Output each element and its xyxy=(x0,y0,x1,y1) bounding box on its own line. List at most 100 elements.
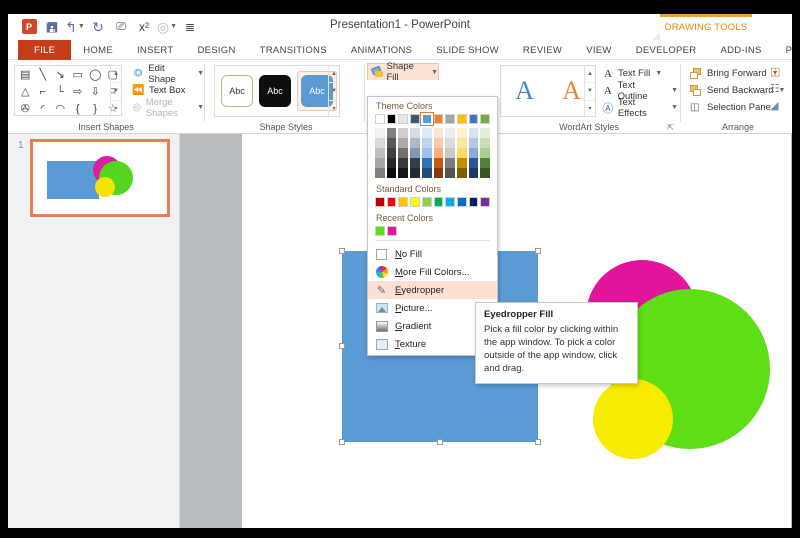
theme-variant-swatch[interactable] xyxy=(468,148,479,158)
tab-home[interactable]: HOME xyxy=(71,40,125,60)
theme-variant-swatch[interactable] xyxy=(410,168,420,178)
shape-styles-gallery[interactable]: Abc Abc Abc ▲ ▼ ▾ xyxy=(214,65,340,117)
shape-arrow-icon[interactable]: ↘ xyxy=(52,67,69,83)
theme-color-swatch[interactable] xyxy=(419,112,434,126)
shape-triangle-icon[interactable]: △ xyxy=(17,84,34,100)
shape-rectangle-icon[interactable]: ▭ xyxy=(70,67,87,83)
theme-variant-swatch[interactable] xyxy=(433,148,444,158)
scroll-down-icon[interactable]: ▼ xyxy=(111,83,121,101)
theme-variant-swatch[interactable] xyxy=(433,128,444,138)
theme-variant-swatch[interactable] xyxy=(421,128,432,138)
shape-fill-button[interactable]: Shape Fill ▼ xyxy=(367,61,439,83)
theme-variant-swatch[interactable] xyxy=(375,168,385,178)
tab-add-ins[interactable]: ADD-INS xyxy=(708,40,773,60)
tab-view[interactable]: VIEW xyxy=(574,40,623,60)
tab-slide-show[interactable]: SLIDE SHOW xyxy=(424,40,511,60)
standard-color-swatch[interactable] xyxy=(410,197,420,207)
resize-handle-sw[interactable] xyxy=(339,439,345,445)
theme-variant-swatch[interactable] xyxy=(398,148,409,158)
text-effects-button[interactable]: Ⓐ Text Effects ▼ xyxy=(602,97,678,119)
theme-variant-swatch[interactable] xyxy=(445,158,455,168)
theme-color-swatch[interactable] xyxy=(456,114,467,124)
menu-item-no-fill[interactable]: No Fill xyxy=(368,245,497,263)
theme-variant-swatch[interactable] xyxy=(386,158,397,168)
styles-more-icon[interactable]: ▾ xyxy=(329,101,339,117)
theme-variant-swatch[interactable] xyxy=(445,128,455,138)
theme-variant-swatch[interactable] xyxy=(456,148,467,158)
theme-variant-swatch[interactable] xyxy=(421,168,432,178)
theme-variant-swatch[interactable] xyxy=(445,148,455,158)
shape-down-arrow-icon[interactable]: ⇩ xyxy=(87,84,104,100)
theme-variant-swatch[interactable] xyxy=(375,158,385,168)
rotate-objects-icon[interactable]: ◢ xyxy=(770,99,780,116)
theme-color-swatch[interactable] xyxy=(410,114,420,124)
theme-variant-swatch[interactable] xyxy=(375,138,385,148)
tab-design[interactable]: DESIGN xyxy=(185,40,247,60)
tab-animations[interactable]: ANIMATIONS xyxy=(339,40,424,60)
slide-thumbnail-pane[interactable]: 1 xyxy=(8,134,180,528)
shape-style-thumb[interactable]: Abc xyxy=(221,75,253,107)
recent-color-swatch[interactable] xyxy=(387,226,397,236)
align-objects-icon[interactable]: ◫ xyxy=(770,65,780,82)
shapes-gallery-scroller[interactable]: ▲ ▼ ▾ xyxy=(110,66,121,117)
menu-item-more-fill-colors[interactable]: More Fill Colors... xyxy=(368,263,497,281)
shape-right-arrow-icon[interactable]: ⇨ xyxy=(70,84,87,100)
wordart-sample-blue[interactable]: A xyxy=(515,78,534,104)
theme-variant-swatch[interactable] xyxy=(410,158,420,168)
scroll-up-icon[interactable]: ▲ xyxy=(111,66,121,84)
menu-item-eyedropper[interactable]: ✎ Eyedropper xyxy=(368,281,497,299)
shapes-gallery[interactable]: ▤ ╲ ↘ ▭ ◯ ▢ △ ⌐ └ ⇨ ⇩ ⌑ ✇ ◜ ◠ {} ☆ ▲ ▼ … xyxy=(14,65,122,117)
theme-color-swatch[interactable] xyxy=(433,114,444,124)
standard-color-swatch[interactable] xyxy=(386,197,397,207)
theme-variant-swatch[interactable] xyxy=(456,168,467,178)
theme-variant-swatch[interactable] xyxy=(386,138,397,148)
theme-color-swatch[interactable] xyxy=(445,114,455,124)
theme-color-swatch[interactable] xyxy=(398,114,409,124)
shape-arc-icon[interactable]: ◜ xyxy=(35,101,52,117)
tab-insert[interactable]: INSERT xyxy=(125,40,185,60)
shape-right-brace-icon[interactable]: } xyxy=(87,101,104,117)
shape-oval-icon[interactable]: ◯ xyxy=(87,67,104,83)
shape-textbox-icon[interactable]: ▤ xyxy=(17,67,34,83)
theme-color-swatch[interactable] xyxy=(468,114,479,124)
resize-handle-s[interactable] xyxy=(437,439,443,445)
theme-variant-swatch[interactable] xyxy=(480,128,491,138)
theme-variant-swatch[interactable] xyxy=(480,138,491,148)
scroll-down-icon[interactable]: ▼ xyxy=(329,83,339,101)
theme-variant-swatch[interactable] xyxy=(398,128,409,138)
theme-variant-swatch[interactable] xyxy=(386,148,397,158)
theme-variant-swatch[interactable] xyxy=(433,138,444,148)
wordart-sample-orange[interactable]: A xyxy=(562,78,581,104)
standard-color-swatch[interactable] xyxy=(456,197,467,207)
standard-color-swatch[interactable] xyxy=(445,197,455,207)
theme-variant-swatch[interactable] xyxy=(421,148,432,158)
standard-color-swatch[interactable] xyxy=(468,197,479,207)
resize-handle-se[interactable] xyxy=(535,439,541,445)
theme-variant-swatch[interactable] xyxy=(375,148,385,158)
theme-variant-swatch[interactable] xyxy=(433,168,444,178)
tab-transitions[interactable]: TRANSITIONS xyxy=(248,40,339,60)
shape-curve-icon[interactable]: ◠ xyxy=(52,101,69,117)
theme-variant-swatch[interactable] xyxy=(456,138,467,148)
theme-variant-swatch[interactable] xyxy=(480,158,491,168)
theme-variant-swatch[interactable] xyxy=(468,128,479,138)
theme-variant-swatch[interactable] xyxy=(456,128,467,138)
standard-color-swatch[interactable] xyxy=(398,197,409,207)
standard-color-swatch[interactable] xyxy=(375,197,385,207)
theme-variant-swatch[interactable] xyxy=(386,128,397,138)
theme-color-swatch[interactable] xyxy=(375,114,385,124)
theme-variant-swatch[interactable] xyxy=(468,138,479,148)
wordart-dialog-launcher-icon[interactable]: ⇱ xyxy=(667,123,674,132)
shape-yellow-circle[interactable] xyxy=(593,379,673,459)
shape-freeform-icon[interactable]: ✇ xyxy=(17,101,34,117)
recent-color-swatch[interactable] xyxy=(375,226,385,236)
theme-variant-swatch[interactable] xyxy=(421,138,432,148)
wordart-gallery[interactable]: A A ▲ ▼ ▾ xyxy=(500,65,596,117)
theme-variant-swatch[interactable] xyxy=(445,138,455,148)
tab-developer[interactable]: DEVELOPER xyxy=(624,40,709,60)
wordart-more-icon[interactable]: ▾ xyxy=(585,101,595,117)
scroll-up-icon[interactable]: ▲ xyxy=(329,66,339,84)
theme-variant-swatch[interactable] xyxy=(410,148,420,158)
theme-variant-swatch[interactable] xyxy=(468,168,479,178)
theme-variant-swatch[interactable] xyxy=(480,148,491,158)
